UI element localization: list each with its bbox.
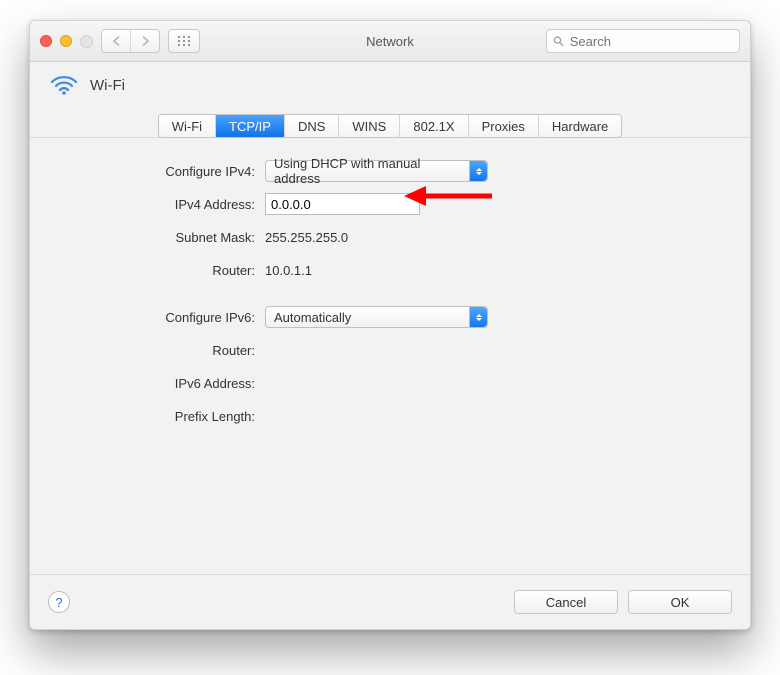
updown-icon — [469, 307, 487, 327]
service-name: Wi-Fi — [90, 77, 125, 94]
wifi-icon — [50, 74, 78, 96]
subnet-mask-value: 255.255.255.0 — [265, 230, 348, 245]
window-toolbar: Network — [30, 21, 750, 62]
search-icon — [553, 35, 564, 47]
show-all-button[interactable] — [168, 29, 200, 53]
configure-ipv6-select[interactable]: Automatically — [265, 306, 488, 328]
chevron-right-icon — [141, 36, 150, 46]
updown-icon — [469, 161, 487, 181]
tab-tcpip[interactable]: TCP/IP — [215, 115, 284, 137]
chevron-left-icon — [112, 36, 121, 46]
search-field-wrap[interactable] — [546, 29, 740, 53]
label-configure-ipv6: Configure IPv6: — [60, 310, 265, 325]
tab-8021x[interactable]: 802.1X — [399, 115, 467, 137]
help-button[interactable]: ? — [48, 591, 70, 613]
tabbar: Wi-Fi TCP/IP DNS WINS 802.1X Proxies Har… — [158, 114, 623, 138]
forward-button[interactable] — [130, 30, 159, 52]
tcpip-pane: Configure IPv4: Using DHCP with manual a… — [30, 138, 750, 574]
network-advanced-window: Network Wi- — [29, 20, 751, 630]
tabbar-wrap: Wi-Fi TCP/IP DNS WINS 802.1X Proxies Har… — [30, 106, 750, 138]
tab-hardware[interactable]: Hardware — [538, 115, 621, 137]
back-button[interactable] — [102, 30, 130, 52]
ok-button[interactable]: OK — [628, 590, 732, 614]
sheet-footer: ? Cancel OK — [30, 574, 750, 629]
label-router-v4: Router: — [60, 263, 265, 278]
tab-dns[interactable]: DNS — [284, 115, 338, 137]
zoom-window-button[interactable] — [80, 35, 93, 48]
configure-ipv4-select[interactable]: Using DHCP with manual address — [265, 160, 488, 182]
router-v4-value: 10.0.1.1 — [265, 263, 312, 278]
cancel-button[interactable]: Cancel — [514, 590, 618, 614]
configure-ipv4-value: Using DHCP with manual address — [274, 156, 465, 186]
minimize-window-button[interactable] — [60, 35, 72, 47]
label-configure-ipv4: Configure IPv4: — [60, 164, 265, 179]
grid-icon — [177, 35, 191, 47]
label-ipv4-address: IPv4 Address: — [60, 197, 265, 212]
label-ipv6-address: IPv6 Address: — [60, 376, 265, 391]
label-prefix-length: Prefix Length: — [60, 409, 265, 424]
configure-ipv6-value: Automatically — [274, 310, 351, 325]
tab-proxies[interactable]: Proxies — [468, 115, 538, 137]
tab-wifi[interactable]: Wi-Fi — [159, 115, 215, 137]
nav-back-forward — [101, 29, 160, 53]
label-subnet-mask: Subnet Mask: — [60, 230, 265, 245]
close-window-button[interactable] — [40, 35, 52, 47]
traffic-lights — [40, 35, 93, 48]
service-header: Wi-Fi — [30, 62, 750, 107]
ipv4-address-input[interactable] — [265, 193, 420, 215]
tab-wins[interactable]: WINS — [338, 115, 399, 137]
search-input[interactable] — [568, 33, 733, 50]
label-router-v6: Router: — [60, 343, 265, 358]
